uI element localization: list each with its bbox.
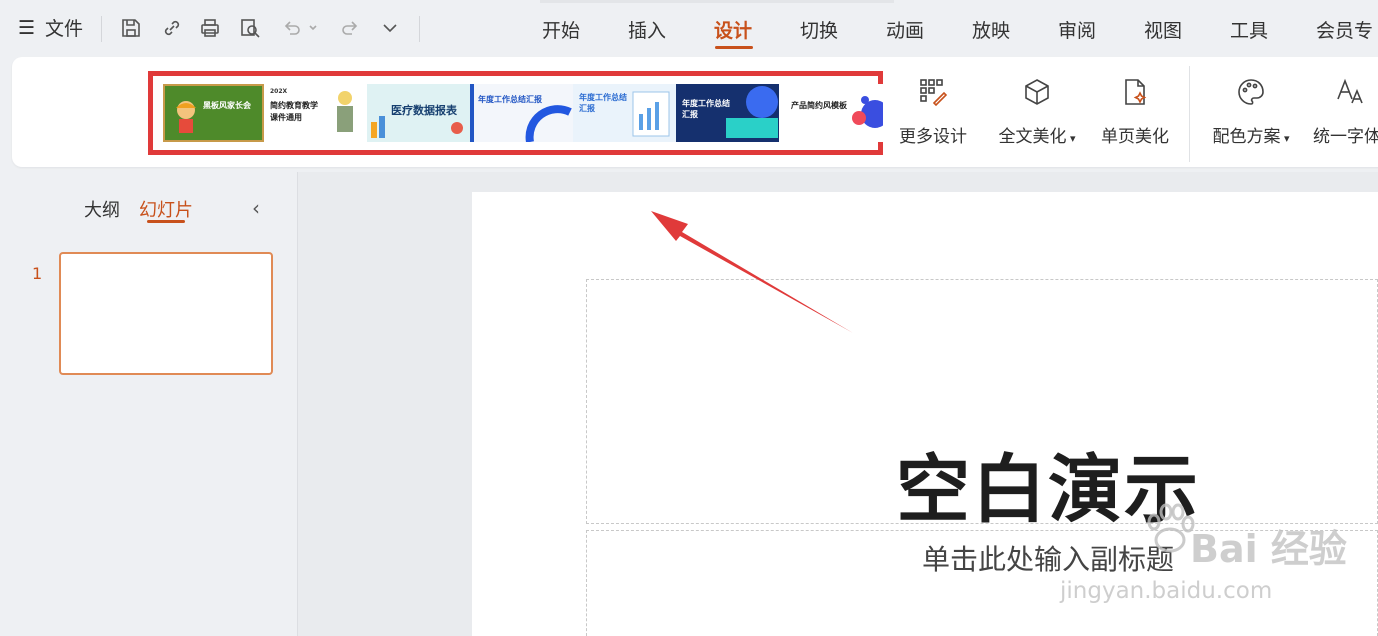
beautify-page-label: 单页美化 xyxy=(1101,127,1169,147)
template-title: 黑板风家长会 xyxy=(203,101,251,110)
palette-icon xyxy=(1235,76,1267,108)
font-aa-icon xyxy=(1334,76,1366,108)
cartoon-girl-icon xyxy=(176,101,196,133)
template-thumbnail[interactable]: 年度工作总结汇报 xyxy=(676,84,779,142)
print-icon[interactable] xyxy=(196,14,224,42)
tab-review[interactable]: 审阅 xyxy=(1058,16,1096,43)
undo-dropdown-icon[interactable] xyxy=(304,14,322,42)
watermark-brand: Bai 经验 xyxy=(1190,527,1347,571)
template-thumbnail[interactable]: 医疗数据报表 xyxy=(367,84,470,142)
beautify-all-label: 全文美化 ▾ xyxy=(998,127,1076,147)
collapse-pane-icon[interactable]: ‹ xyxy=(252,196,260,220)
decor-shapes-icon xyxy=(726,86,778,138)
color-scheme-button[interactable]: 配色方案 ▾ xyxy=(1203,74,1299,154)
link-icon[interactable] xyxy=(158,14,186,42)
more-design-button[interactable]: 更多设计 xyxy=(885,74,981,154)
undo-icon[interactable] xyxy=(278,14,306,42)
slide-number: 1 xyxy=(32,264,43,283)
active-pane-tab-indicator xyxy=(147,220,185,223)
more-chevron-down-icon[interactable] xyxy=(376,14,404,42)
template-title: 简约教育教学课件通用 xyxy=(270,101,318,122)
chart-illustration-icon xyxy=(371,116,463,138)
template-thumbnail[interactable]: 202X 简约教育教学课件通用 xyxy=(264,84,367,142)
slide-navigation-pane: 大纲 幻灯片 ‹ 1 xyxy=(0,172,298,636)
tab-insert[interactable]: 插入 xyxy=(628,16,666,43)
divider xyxy=(101,16,102,42)
beautify-all-button[interactable]: 全文美化 ▾ xyxy=(989,74,1085,154)
menu-bar: ☰ 文件 开始 插入 设计 切换 动画 放映 审阅 视图 工具 会员专 xyxy=(0,0,1378,56)
divider xyxy=(419,16,420,42)
person-illustration-icon xyxy=(337,91,353,132)
color-scheme-label: 配色方案 ▾ xyxy=(1212,127,1290,147)
decor-circles-icon xyxy=(852,96,883,128)
page-sparkle-icon xyxy=(1119,76,1151,108)
slide-thumbnail[interactable] xyxy=(59,252,273,375)
grid-brush-icon xyxy=(917,76,949,108)
beautify-page-button[interactable]: 单页美化 xyxy=(1087,74,1183,154)
template-thumbnail[interactable]: 年度工作总结汇报 xyxy=(470,84,573,142)
more-design-label: 更多设计 xyxy=(899,127,967,147)
tab-design[interactable]: 设计 xyxy=(714,16,752,43)
tab-outline[interactable]: 大纲 xyxy=(84,196,120,222)
watermark-url: jingyan.baidu.com xyxy=(1060,578,1273,604)
file-menu-label: 文件 xyxy=(45,18,84,40)
decor-curves-icon xyxy=(470,84,572,142)
template-thumbnail[interactable]: 黑板风家长会 xyxy=(163,84,264,142)
tab-animations[interactable]: 动画 xyxy=(886,16,924,43)
title-strip xyxy=(540,0,894,3)
tab-transitions[interactable]: 切换 xyxy=(800,16,838,43)
hamburger-icon: ☰ xyxy=(18,16,36,39)
active-tab-indicator xyxy=(715,46,753,49)
template-tag: 202X xyxy=(270,88,288,95)
redo-icon[interactable] xyxy=(336,14,364,42)
tab-tools[interactable]: 工具 xyxy=(1230,16,1268,43)
file-menu-button[interactable]: ☰ 文件 xyxy=(18,14,83,41)
tab-home[interactable]: 开始 xyxy=(542,16,580,43)
divider xyxy=(1189,66,1190,162)
unify-font-label: 统一字体 xyxy=(1313,127,1378,147)
tab-member[interactable]: 会员专 xyxy=(1316,16,1373,43)
dashboard-illustration-icon xyxy=(632,91,670,137)
save-icon[interactable] xyxy=(117,14,145,42)
template-thumbnail[interactable]: 产品简约风模板 xyxy=(779,84,883,142)
template-thumbnail[interactable]: 年度工作总结汇报 xyxy=(573,84,676,142)
cube-icon xyxy=(1021,76,1053,108)
tab-slides[interactable]: 幻灯片 xyxy=(139,196,193,222)
print-preview-icon[interactable] xyxy=(236,14,264,42)
design-template-gallery[interactable]: 黑板风家长会 202X 简约教育教学课件通用 医疗数据报表 年度工作总结汇报 年… xyxy=(148,71,883,155)
unify-font-button[interactable]: 统一字体 xyxy=(1310,74,1378,154)
tab-view[interactable]: 视图 xyxy=(1144,16,1182,43)
tab-slideshow[interactable]: 放映 xyxy=(972,16,1010,43)
